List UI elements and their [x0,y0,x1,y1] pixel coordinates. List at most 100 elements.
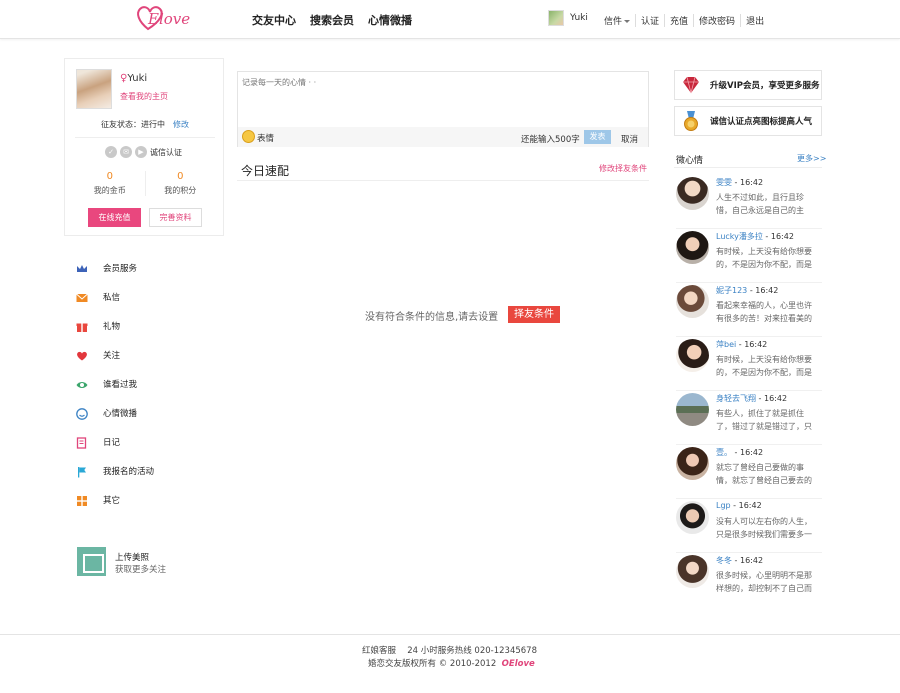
change-password-link[interactable]: 修改密码 [693,14,740,27]
phone-cert-icon[interactable]: ▶ [135,146,147,158]
profile-name-text: Yuki [127,73,148,84]
heart-icon [77,351,87,361]
emoji-icon[interactable] [242,130,255,143]
footer-brand[interactable]: OElove [502,659,535,669]
cert-text: 诚信认证点亮图标提高人气 [710,117,813,127]
menu-item-diary[interactable]: 日记 [76,436,154,465]
brand-logo-text: Elove [148,10,191,28]
mood-author: 冬冬 - 16:42 [716,556,764,565]
messages-menu[interactable]: 信件 [604,14,635,27]
menu-item-gifts[interactable]: 礼物 [76,320,154,349]
points-label: 我的积分 [164,186,197,195]
mood-author-name[interactable]: 身轻去飞翔 [716,394,756,403]
mood-author-name[interactable]: 冬冬 [716,556,732,565]
match-title: 今日速配 [241,164,290,178]
set-criteria-button[interactable]: 择友条件 [508,306,560,323]
mood-input[interactable] [238,72,648,127]
menu-item-messages[interactable]: 私信 [76,291,154,320]
avatar[interactable] [676,393,709,426]
user-box[interactable]: Yuki [548,10,588,26]
profile-stats: 0 我的金币 0 我的积分 [75,171,215,196]
list-item[interactable]: 冬冬 - 16:42 很多时候，心里明明不是那样想的，却控制不了自己而说出 [676,553,822,607]
upload-subtitle: 获取更多关注 [115,565,167,575]
mood-author: 萍bei - 16:42 [716,340,768,349]
coins-stat[interactable]: 0 我的金币 [75,171,145,196]
publish-button[interactable]: 发表 [584,130,611,144]
avatar[interactable] [676,285,709,318]
list-item[interactable]: 雯雯 - 16:42 人生不过如此，且行且珍惜，自己永远是自己的主角，不要 [676,175,822,229]
mood-author-name[interactable]: Lucky潘多拉 [716,232,763,241]
eye-icon [76,382,88,388]
list-item[interactable]: 壹。 - 16:42 就忘了曾经自己要做的事情，就忘了曾经自己要去的地方， [676,445,822,499]
verify-link[interactable]: 认证 [635,14,664,27]
flag-icon [78,467,86,478]
recharge-link[interactable]: 充值 [664,14,693,27]
medal-icon [684,111,698,131]
gift-icon [76,323,88,332]
header-links: 信件 认证 充值 修改密码 退出 [604,14,769,27]
header-username[interactable]: Yuki [570,13,588,23]
chevron-down-icon [624,20,631,23]
grid-icon [77,496,87,506]
list-item[interactable]: Lucky潘多拉 - 16:42 有时候，上天没有给你想要的，不是因为你不配，而… [676,229,822,283]
menu-item-visitors[interactable]: 谁看过我 [76,378,154,407]
mood-more-link[interactable]: 更多>> [797,153,826,164]
mood-author-name[interactable]: 妮子123 [716,286,747,295]
menu-item-activities[interactable]: 我报名的活动 [76,465,154,494]
avatar[interactable] [676,447,709,480]
mood-time: 16:42 [770,232,794,241]
avatar[interactable] [676,501,709,534]
status-edit-link[interactable]: 修改 [173,120,189,129]
mood-author-name[interactable]: 壹。 [716,448,732,457]
mood-author-name[interactable]: 雯雯 [716,178,732,187]
emoji-label[interactable]: 表情 [257,132,274,144]
avatar[interactable] [676,339,709,372]
empty-message: 没有符合条件的信息,请去设置 [365,312,499,323]
list-item[interactable]: 妮子123 - 16:42 看起来幸福的人，心里也许有很多的苦！对来拉看美的人， [676,283,822,337]
mood-author: 雯雯 - 16:42 [716,178,764,187]
avatar[interactable] [676,555,709,588]
mood-author: 妮子123 - 16:42 [716,286,779,295]
avatar[interactable] [548,10,564,26]
cancel-button[interactable]: 取消 [621,133,638,145]
recharge-button[interactable]: 在线充值 [88,208,141,227]
view-home-link[interactable]: 查看我的主页 [120,91,168,102]
mood-author-name[interactable]: Lgp [716,501,731,510]
menu-label: 心情微播 [103,409,138,419]
cert-banner[interactable]: 诚信认证点亮图标提高人气 [674,106,822,136]
list-item[interactable]: 身轻去飞翔 - 16:42 有些人，抓住了就是抓住了，错过了就是错过了，只能珍惜 [676,391,822,445]
mood-text: 有时候，上天没有给你想要的，不是因为你不配，而是你 [716,247,812,269]
crown-icon [77,265,87,272]
mood-time: 16:42 [763,394,788,403]
vip-upgrade-banner[interactable]: 升级VIP会员，享受更多服务 [674,70,822,100]
copyright-text: 婚恋交友版权所有 © 2010-2012 [368,659,497,669]
edit-criteria-link[interactable]: 修改择友条件 [599,163,647,174]
mood-text: 有时候，上天没有给你想要的，不是因为你不配，而是你 [716,355,812,377]
cert-label[interactable]: 诚信认证 [150,147,182,158]
mood-section-title: 微心情 [676,156,704,166]
nav-search-members[interactable]: 搜索会员 [310,12,354,28]
upload-title: 上传美照 [115,553,150,563]
complete-profile-button[interactable]: 完善资料 [149,208,202,227]
mood-author: 身轻去飞翔 - 16:42 [716,394,788,403]
id-cert-icon[interactable]: ✓ [105,146,117,158]
avatar[interactable] [676,231,709,264]
mood-author-name[interactable]: 萍bei [716,340,736,349]
email-cert-icon[interactable]: ✉ [120,146,132,158]
points-stat[interactable]: 0 我的积分 [144,171,216,196]
points-value: 0 [177,171,184,182]
mood-time: 16:42 [744,340,768,349]
mood-composer: 表情 还能输入500字 发表 取消 [237,71,649,147]
logout-link[interactable]: 退出 [740,14,769,27]
list-item[interactable]: 萍bei - 16:42 有时候，上天没有给你想要的，不是因为你不配，而是你 [676,337,822,391]
avatar[interactable] [676,177,709,210]
profile-avatar[interactable] [76,69,112,109]
list-item[interactable]: Lgp - 16:42 没有人可以左右你的人生，只是很多时候我们需要多一些勇 [676,499,822,553]
menu-item-mood[interactable]: 心情微播 [76,407,154,436]
menu-item-member-service[interactable]: 会员服务 [76,262,154,291]
menu-item-follows[interactable]: 关注 [76,349,154,378]
nav-friend-center[interactable]: 交友中心 [252,12,296,28]
menu-item-other[interactable]: 其它 [76,494,154,523]
mood-time: 16:42 [739,178,764,187]
nav-mood-broadcast[interactable]: 心情微播 [368,12,412,28]
